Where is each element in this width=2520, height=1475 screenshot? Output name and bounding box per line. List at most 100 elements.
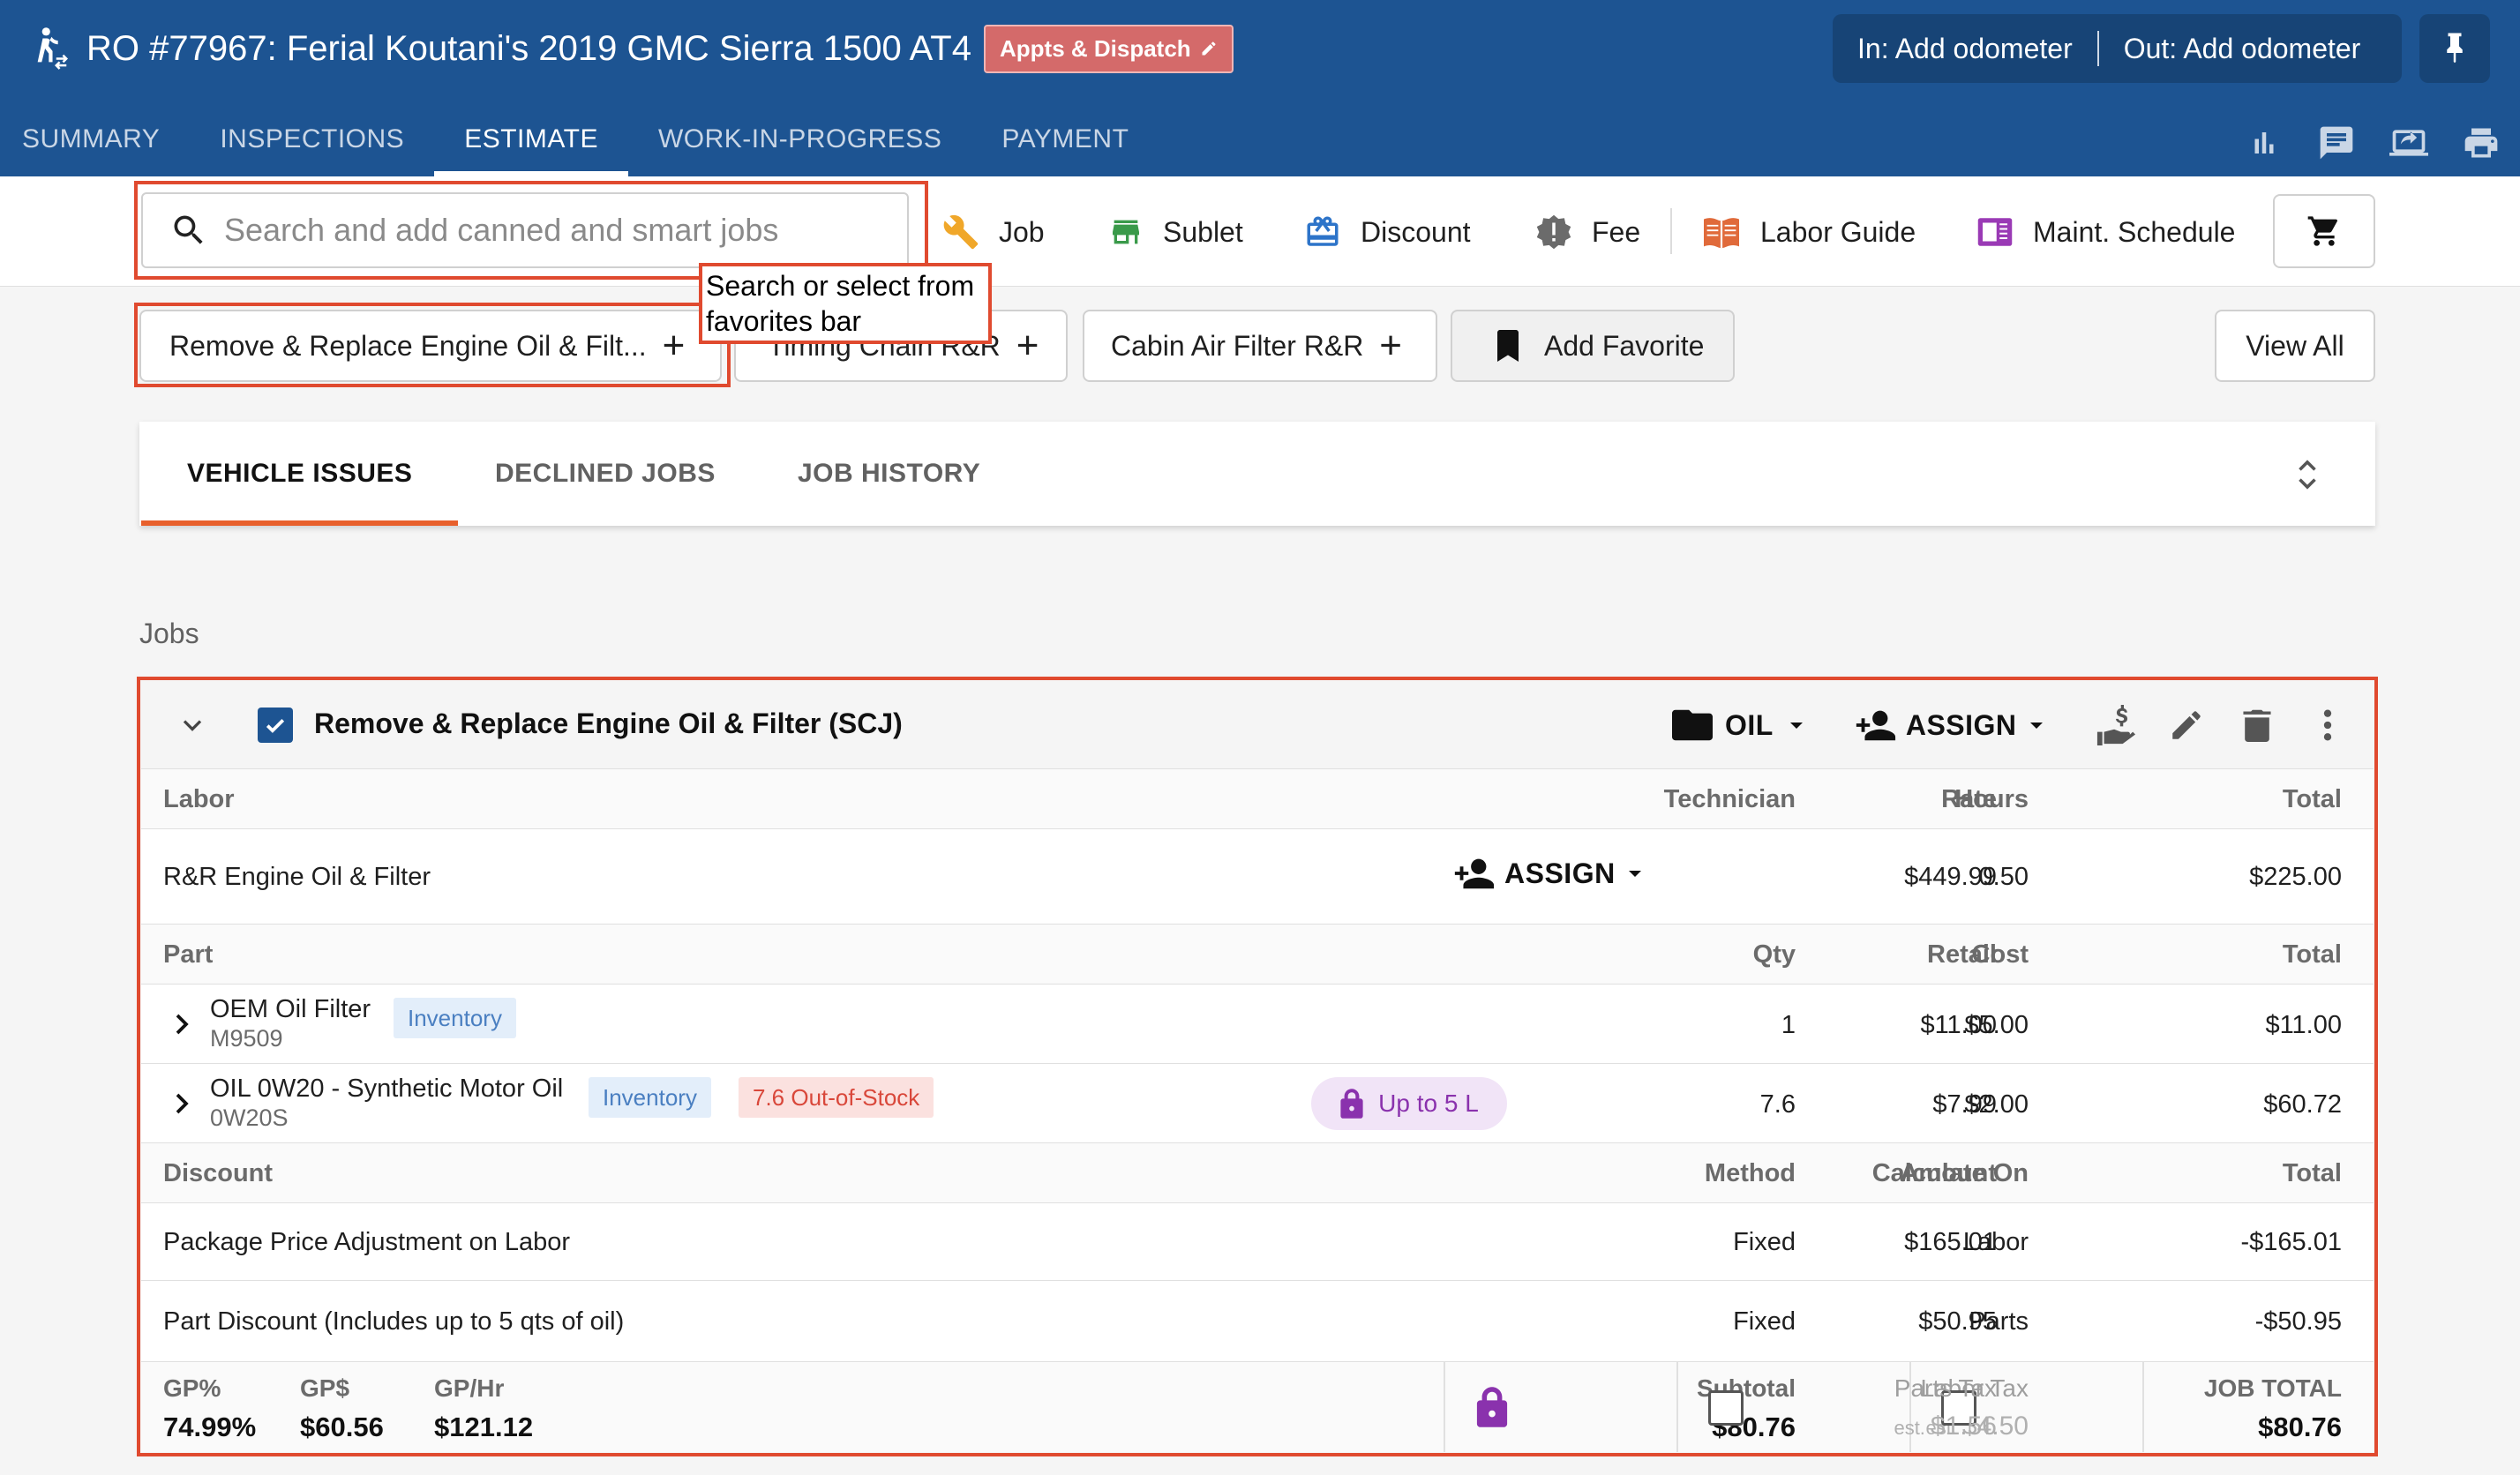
inventory-tag: Inventory [589, 1077, 711, 1118]
pencil-icon[interactable] [2164, 702, 2209, 748]
appts-dispatch-badge[interactable]: Appts & Dispatch [984, 24, 1234, 73]
odometer-in-button[interactable]: In: Add odometer [1833, 33, 2097, 65]
parts-tax-label-wrap: Parts Tax [1894, 1374, 2120, 1403]
discount-method: Fixed [1733, 1228, 1796, 1256]
price-hand-icon[interactable] [2093, 702, 2139, 748]
search-input[interactable] [224, 212, 895, 249]
method-col-header: Method [1704, 1159, 1796, 1187]
favorite-cabin-air-filter-label: Cabin Air Filter R&R [1111, 329, 1364, 362]
tab-estimate[interactable]: ESTIMATE [434, 110, 628, 176]
chevron-right-icon[interactable] [171, 1090, 192, 1117]
part-row-oil-filter[interactable]: OEM Oil Filter M9509 Inventory 1 $5.00 $… [141, 985, 2374, 1064]
job-icon-bar [2093, 702, 2351, 748]
add-favorite-label: Add Favorite [1544, 329, 1705, 362]
add-fee-label: Fee [1592, 215, 1641, 248]
add-job-label: Job [999, 215, 1045, 248]
person-add-icon [1856, 710, 1895, 741]
footer-separator [2142, 1362, 2144, 1452]
issue-tabs-card: VEHICLE ISSUES DECLINED JOBS JOB HISTORY [139, 422, 2375, 526]
job-checkbox[interactable] [258, 708, 293, 743]
print-icon[interactable] [2460, 124, 2502, 162]
gp-dollar-label: GP$ [300, 1374, 350, 1402]
add-job-button[interactable]: Job [942, 210, 1045, 254]
labor-total-col-header: Total [2282, 785, 2342, 813]
view-all-button[interactable]: View All [2215, 310, 2375, 382]
tab-inspections[interactable]: INSPECTIONS [190, 110, 434, 176]
add-fee-button[interactable]: Fee [1535, 210, 1640, 254]
inventory-tag-label: Inventory [394, 998, 516, 1038]
tab-work-in-progress[interactable]: WORK-IN-PROGRESS [628, 110, 971, 176]
tab-declined-jobs[interactable]: DECLINED JOBS [495, 422, 716, 526]
estimate-toolbar: Job Sublet Discount Fee Labor Guide Main… [0, 176, 2520, 287]
trash-icon[interactable] [2234, 702, 2280, 748]
favorite-engine-oil[interactable]: Remove & Replace Engine Oil & Filt... + [139, 310, 722, 382]
category-dropdown[interactable]: OIL [1672, 708, 1807, 743]
tab-vehicle-issues[interactable]: VEHICLE ISSUES [140, 422, 459, 526]
job-title: Remove & Replace Engine Oil & Filter (SC… [314, 708, 903, 739]
odometer-out-button[interactable]: Out: Add odometer [2099, 33, 2386, 65]
gp-percent-value: 74.99% [163, 1411, 257, 1442]
tab-job-history[interactable]: JOB HISTORY [798, 422, 980, 526]
labor-tax-checkbox[interactable] [1708, 1390, 1744, 1426]
lock-limit-pill[interactable]: Up to 5 L [1311, 1077, 1507, 1130]
part-number: M9509 [210, 1025, 283, 1052]
part-row-motor-oil[interactable]: OIL 0W20 - Synthetic Motor Oil 0W20S Inv… [141, 1064, 2374, 1143]
customer-walking-icon[interactable] [25, 22, 78, 75]
job-total-value: $80.76 [2258, 1411, 2342, 1442]
inventory-tag: Inventory [394, 998, 516, 1038]
job-assign-dropdown[interactable]: ASSIGN [1853, 708, 2047, 743]
labor-rate: $449.99 [1904, 863, 1997, 891]
discount-row[interactable]: Part Discount (Includes up to 5 qts of o… [141, 1281, 2374, 1362]
discount-name: Package Price Adjustment on Labor [163, 1228, 571, 1256]
fee-alert-icon [1536, 214, 1571, 250]
more-vertical-icon[interactable] [2305, 702, 2351, 748]
part-header-row: Part Qty Cost Retail Total [141, 925, 2374, 985]
labor-row[interactable]: R&R Engine Oil & Filter ASSIGN 0.50 $449… [141, 829, 2374, 925]
add-favorite-button[interactable]: Add Favorite [1451, 310, 1735, 382]
add-discount-button[interactable]: Discount [1304, 210, 1471, 254]
part-retail-wrap: $7.99 [1932, 1090, 2120, 1119]
job-card: Remove & Replace Engine Oil & Filter (SC… [141, 681, 2374, 1452]
pin-button[interactable] [2419, 14, 2490, 83]
part-retail: $11.00 [1920, 1011, 1997, 1039]
discount-amount: $50.95 [1918, 1307, 1997, 1336]
discount-amount: $165.01 [1904, 1228, 1997, 1256]
schedule-book-icon [1977, 218, 2013, 246]
discount-tag-icon [1307, 216, 1339, 246]
checkmark-icon [266, 719, 285, 733]
discount-row[interactable]: Package Price Adjustment on Labor Fixed … [141, 1203, 2374, 1281]
lock-icon[interactable] [1475, 1387, 1509, 1427]
view-all-label: View All [2246, 329, 2344, 362]
gp-hour-value: $121.12 [434, 1411, 534, 1442]
tab-summary[interactable]: SUMMARY [0, 110, 190, 176]
part-name: OEM Oil Filter [210, 995, 371, 1023]
add-sublet-label: Sublet [1163, 215, 1243, 248]
bar-chart-icon[interactable] [2243, 124, 2285, 162]
cart-button[interactable] [2273, 194, 2375, 268]
message-icon[interactable] [2315, 124, 2358, 162]
ro-tabs: SUMMARY INSPECTIONS ESTIMATE WORK-IN-PRO… [0, 110, 1159, 176]
caret-down-icon [1628, 871, 1641, 877]
add-sublet-button[interactable]: Sublet [1108, 210, 1243, 254]
parts-tax-est-wrap: est. $1.56 [1894, 1411, 1997, 1441]
cart-icon [2307, 216, 2337, 246]
tab-payment[interactable]: PAYMENT [971, 110, 1159, 176]
labor-guide-label: Labor Guide [1760, 215, 1916, 248]
job-actions: OIL ASSIGN [1672, 700, 2047, 750]
annotation-callout: Search or select from favorites bar [699, 263, 992, 344]
odometer-box: In: Add odometer Out: Add odometer [1833, 14, 2402, 83]
maint-schedule-button[interactable]: Maint. Schedule [1976, 210, 2235, 254]
technician-assign-dropdown[interactable]: ASSIGN [1451, 856, 1646, 891]
part-number: 0W20S [210, 1104, 289, 1131]
screen-share-icon[interactable] [2388, 124, 2430, 162]
favorite-cabin-air-filter[interactable]: Cabin Air Filter R&R + [1083, 310, 1437, 382]
add-discount-label: Discount [1361, 215, 1471, 248]
amount-col-header-wrap: Amount [1900, 1159, 2120, 1188]
chevron-right-icon[interactable] [171, 1011, 192, 1037]
chevron-down-icon[interactable] [176, 709, 208, 741]
labor-guide-button[interactable]: Labor Guide [1702, 210, 1916, 254]
folder-icon [1672, 709, 1713, 741]
repair-order-title: RO #77967: Ferial Koutani's 2019 GMC Sie… [86, 28, 971, 68]
labor-name: R&R Engine Oil & Filter [163, 863, 431, 891]
unfold-icon[interactable] [2292, 455, 2322, 498]
